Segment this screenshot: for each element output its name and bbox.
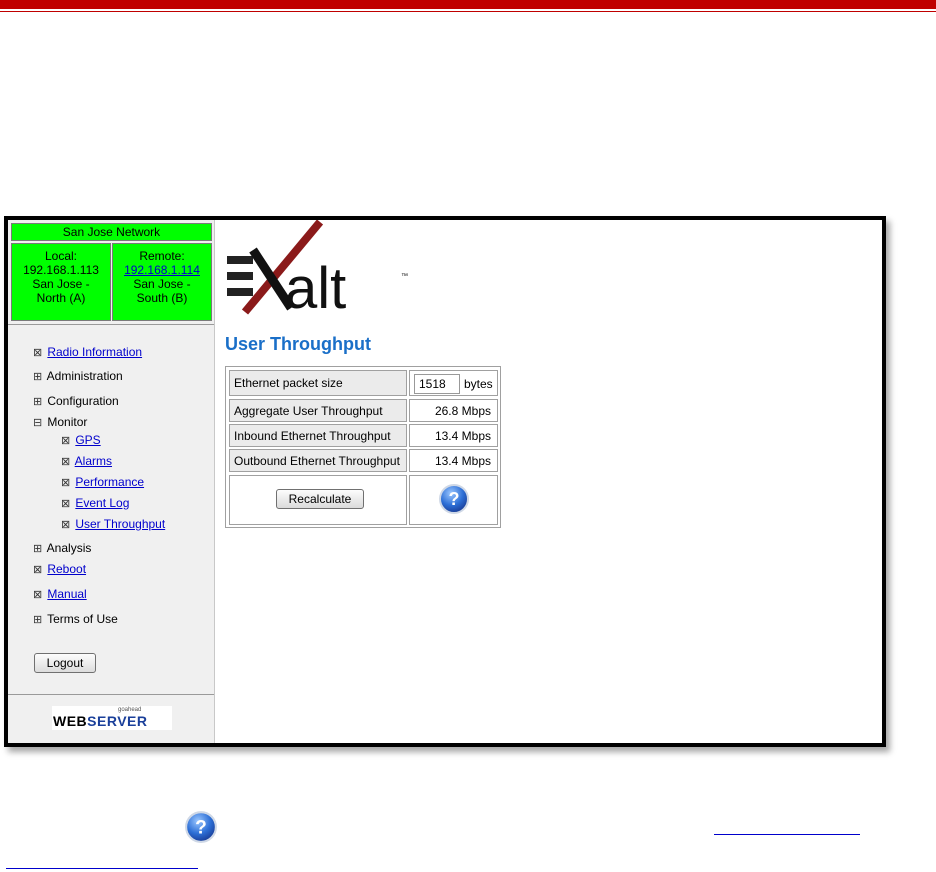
remote-ip-link[interactable]: 192.168.1.114 (124, 263, 200, 277)
sidebar-item-label[interactable]: Performance (75, 475, 144, 489)
webserver-logo-text: WEBSERVER (53, 713, 148, 729)
sidebar-item-manual[interactable]: ⊠ Manual (33, 586, 87, 602)
remote-name-line1: San Jose - (133, 277, 191, 291)
inbound-throughput-label: Inbound Ethernet Throughput (229, 424, 407, 447)
sidebar-item-label[interactable]: Alarms (75, 454, 112, 468)
sidebar-item-label[interactable]: User Throughput (75, 517, 165, 531)
aggregate-throughput-value: 26.8 Mbps (409, 399, 498, 422)
local-name-line1: San Jose - (32, 277, 90, 291)
sidebar-item-alarms[interactable]: ⊠ Alarms (61, 453, 112, 469)
sidebar-item-analysis[interactable]: ⊞ Analysis (33, 540, 91, 556)
exalt-logo: alt ™ (227, 220, 408, 320)
remote-name-line2: South (B) (136, 291, 188, 305)
sidebar-item-reboot[interactable]: ⊠ Reboot (33, 561, 86, 577)
local-ip: 192.168.1.113 (23, 263, 99, 277)
aggregate-throughput-label: Aggregate User Throughput (229, 399, 407, 422)
sidebar-item-label[interactable]: Manual (47, 587, 86, 601)
sidebar-item-user-throughput[interactable]: ⊠ User Throughput (61, 516, 165, 532)
remote-label: Remote: (139, 249, 185, 263)
inbound-throughput-value: 13.4 Mbps (409, 424, 498, 447)
webserver-logo-web: WEB (53, 713, 88, 729)
sidebar-item-label: Analysis (46, 541, 92, 555)
sidebar-item-label: Configuration (47, 394, 119, 408)
page-icon: ⊠ (61, 456, 71, 468)
sidebar-item-gps[interactable]: ⊠ GPS (61, 432, 101, 448)
help-icon[interactable]: ? (438, 483, 470, 515)
sidebar-item-terms-of-use[interactable]: ⊞ Terms of Use (33, 611, 118, 627)
outbound-throughput-label: Outbound Ethernet Throughput (229, 449, 407, 472)
outbound-throughput-value: 13.4 Mbps (409, 449, 498, 472)
sidebar-item-label[interactable]: Reboot (47, 562, 86, 576)
expand-icon[interactable]: ⊞ (33, 541, 44, 557)
svg-text:™: ™ (401, 273, 408, 280)
sidebar-item-label[interactable]: Event Log (75, 496, 129, 510)
logout-button[interactable]: Logout (34, 653, 96, 673)
recalculate-cell: Recalculate (229, 475, 407, 525)
page-icon: ⊠ (33, 564, 43, 576)
network-name: San Jose Network (11, 223, 212, 241)
page-icon: ⊠ (61, 498, 71, 510)
sidebar-divider (8, 324, 214, 325)
exalt-logo-text: alt (285, 256, 346, 320)
top-red-rule (0, 0, 936, 9)
browser-screenshot-frame: San Jose Network Local: 192.168.1.113 Sa… (4, 216, 886, 747)
sidebar-item-performance[interactable]: ⊠ Performance (61, 474, 144, 490)
local-site-box: Local: 192.168.1.113 San Jose - North (A… (11, 243, 111, 321)
page-icon: ⊠ (61, 519, 71, 531)
help-icon: ? (185, 811, 217, 843)
collapse-icon[interactable]: ⊟ (33, 415, 44, 431)
sidebar-item-radio-information[interactable]: ⊠ Radio Information (33, 344, 142, 360)
local-label: Local: (44, 249, 78, 263)
sidebar-item-label: Administration (46, 369, 123, 383)
help-cell: ? (409, 475, 498, 525)
webserver-logo: goahead WEBSERVER (52, 706, 172, 730)
svg-text:?: ? (195, 817, 207, 838)
remote-site-box: Remote: 192.168.1.114 San Jose - South (… (112, 243, 212, 321)
sidebar-item-monitor[interactable]: ⊟ Monitor (33, 414, 87, 430)
svg-text:?: ? (449, 489, 460, 509)
expand-icon[interactable]: ⊞ (33, 612, 44, 628)
throughput-table: Ethernet packet size bytes Aggregate Use… (225, 366, 501, 528)
page-icon: ⊠ (33, 347, 43, 359)
sidebar-item-label: Terms of Use (47, 612, 118, 626)
page-icon: ⊠ (61, 477, 71, 489)
sidebar-item-label: Monitor (47, 415, 88, 429)
page-icon: ⊠ (61, 435, 71, 447)
page-icon: ⊠ (33, 589, 43, 601)
recalculate-button[interactable]: Recalculate (276, 489, 364, 509)
sidebar-item-event-log[interactable]: ⊠ Event Log (61, 495, 129, 511)
local-name-line2: North (A) (36, 291, 86, 305)
packet-size-label: Ethernet packet size (229, 370, 407, 396)
packet-size-input[interactable] (414, 374, 460, 394)
sidebar-divider-bottom (8, 694, 214, 695)
main-content: alt ™ User Throughput Ethernet packet si… (215, 220, 882, 743)
packet-size-cell: bytes (409, 370, 498, 396)
link-underline-fragment[interactable] (714, 834, 860, 835)
packet-size-unit: bytes (464, 377, 493, 391)
sidebar-item-label[interactable]: Radio Information (47, 345, 142, 359)
sidebar: San Jose Network Local: 192.168.1.113 Sa… (8, 220, 215, 743)
sidebar-item-label[interactable]: GPS (75, 433, 100, 447)
link-underline-fragment[interactable] (6, 868, 198, 869)
expand-icon[interactable]: ⊞ (33, 394, 44, 410)
webserver-logo-server: SERVER (87, 713, 148, 729)
page-title: User Throughput (225, 334, 371, 354)
sidebar-item-administration[interactable]: ⊞ Administration (33, 368, 123, 384)
sidebar-item-configuration[interactable]: ⊞ Configuration (33, 393, 119, 409)
expand-icon[interactable]: ⊞ (33, 369, 44, 385)
top-red-rule-thin (0, 11, 936, 12)
